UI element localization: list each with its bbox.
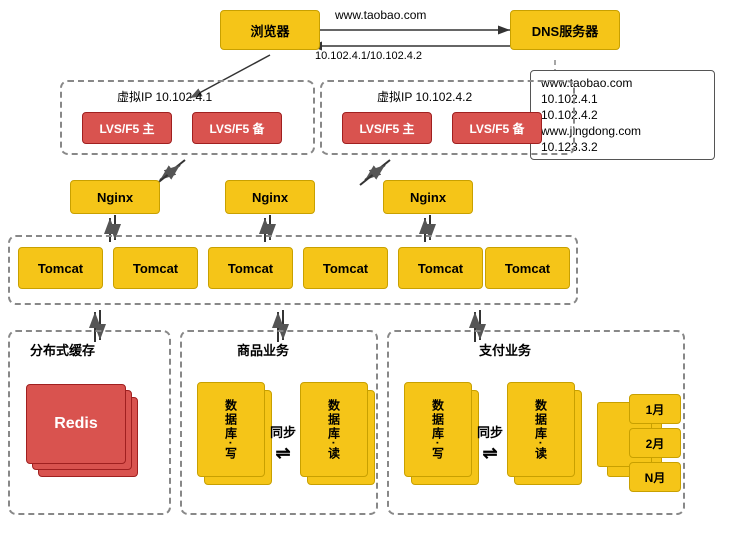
vip1-label: 虚拟IP 10.102.4.1: [117, 88, 212, 105]
dns-box: DNS服务器: [510, 10, 620, 50]
db-write2-card1: 数据库·写: [404, 382, 472, 477]
vip1-group: 虚拟IP 10.102.4.1 LVS/F5 主 LVS/F5 备: [60, 80, 315, 155]
sync1-label: 同步 ⇌: [270, 422, 296, 464]
goods-title: 商品业务: [237, 340, 289, 359]
lvs-master2: LVS/F5 主: [342, 112, 432, 144]
browser-box: 浏览器: [220, 10, 320, 50]
redis-card1: Redis: [26, 384, 126, 464]
tomcat-4: Tomcat: [303, 247, 388, 289]
tomcat-1: Tomcat: [18, 247, 103, 289]
db-read2-card1: 数据库·读: [507, 382, 575, 477]
architecture-diagram: 浏览器 www.taobao.com 10.102.4.1/10.102.4.2…: [0, 0, 752, 535]
tomcat-2: Tomcat: [113, 247, 198, 289]
lvs-master1: LVS/F5 主: [82, 112, 172, 144]
tomcat-5: Tomcat: [398, 247, 483, 289]
pay-group: 支付业务 数据库·写 同步 ⇌ 数据库·读 N月 2月 1月: [387, 330, 685, 515]
pay-title: 支付业务: [479, 340, 531, 359]
nginx1-box: Nginx: [70, 180, 160, 214]
browser-label: 浏览器: [250, 21, 289, 40]
tomcat-3: Tomcat: [208, 247, 293, 289]
nginx3-box: Nginx: [383, 180, 473, 214]
month-nmonth-card: N月: [629, 462, 681, 492]
db-read1-card1: 数据库·读: [300, 382, 368, 477]
sync2-label: 同步 ⇌: [477, 422, 503, 464]
vip2-group: 虚拟IP 10.102.4.2 LVS/F5 主 LVS/F5 备: [320, 80, 575, 155]
cache-title: 分布式缓存: [30, 340, 95, 359]
lvs-backup2: LVS/F5 备: [452, 112, 542, 144]
dns-label: DNS服务器: [532, 21, 598, 40]
vip2-label: 虚拟IP 10.102.4.2: [377, 88, 472, 105]
tomcat-container: Tomcat Tomcat Tomcat Tomcat Tomcat Tomca…: [8, 235, 578, 305]
url-label: www.taobao.com: [335, 8, 426, 22]
month-1month-card: 1月: [629, 394, 681, 424]
tomcat-6: Tomcat: [485, 247, 570, 289]
month-2month-card: 2月: [629, 428, 681, 458]
nginx2-box: Nginx: [225, 180, 315, 214]
cache-group: 分布式缓存 Redis: [8, 330, 171, 515]
ip-label: 10.102.4.1/10.102.4.2: [315, 50, 422, 62]
redis-label: Redis: [54, 415, 98, 433]
lvs-backup1: LVS/F5 备: [192, 112, 282, 144]
db-write1-card1: 数据库·写: [197, 382, 265, 477]
goods-group: 商品业务 数据库·写 同步 ⇌ 数据库·读: [180, 330, 378, 515]
